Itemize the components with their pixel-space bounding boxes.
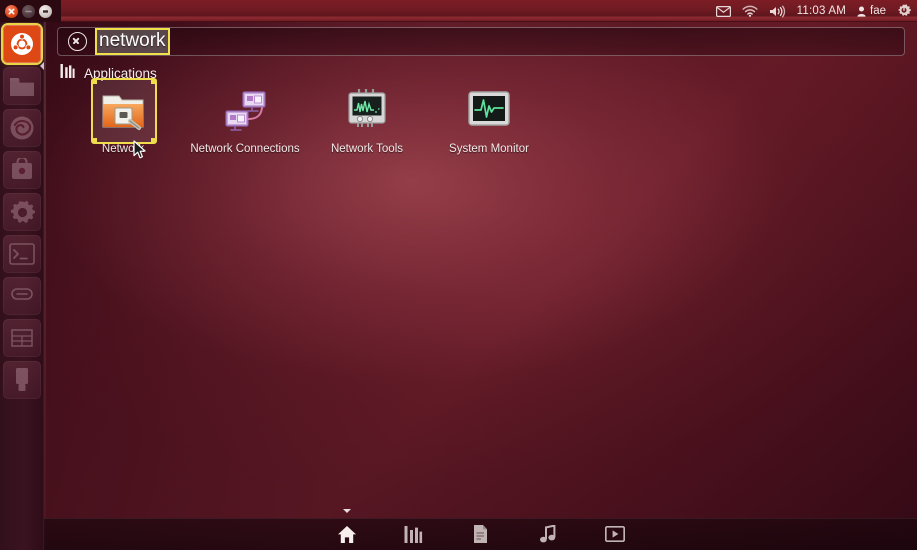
gear-icon: [10, 200, 35, 223]
launcher-item-files[interactable]: [3, 67, 41, 105]
usb-drive-icon: [16, 368, 28, 391]
network-tools-icon: [343, 86, 391, 134]
ubuntu-logo-icon: [11, 33, 33, 55]
music-note-icon: [539, 525, 555, 543]
software-bag-icon: [12, 158, 32, 179]
calculator-icon: [11, 329, 33, 347]
result-item-network[interactable]: Network: [62, 78, 184, 155]
ubuntu-unity-desktop: 11:03 AM fae network Applications Networ…: [0, 0, 917, 550]
close-button[interactable]: [5, 4, 18, 18]
user-menu[interactable]: fae: [857, 5, 886, 17]
results-grid: Network Network Connections Network Tool…: [62, 78, 907, 155]
dash-search-bar[interactable]: network: [57, 27, 905, 56]
search-input[interactable]: network: [95, 28, 170, 55]
clock[interactable]: 11:03 AM: [797, 5, 846, 17]
network-connections-icon: [221, 86, 269, 134]
envelope-icon[interactable]: [715, 5, 731, 17]
dash-lens-bar: [44, 509, 917, 550]
launcher-item-usb-device[interactable]: [3, 361, 41, 399]
notepad-icon: [11, 288, 33, 300]
power-gear-icon[interactable]: [897, 4, 911, 18]
result-label: Network Tools: [330, 143, 403, 155]
launcher-item-firefox[interactable]: [3, 109, 41, 147]
launcher-item-text-editor[interactable]: [3, 277, 41, 315]
result-item-network-tools[interactable]: Network Tools: [306, 86, 428, 155]
lens-files[interactable]: [468, 523, 494, 545]
top-panel: 11:03 AM fae: [0, 0, 917, 22]
lens-applications[interactable]: [401, 523, 427, 545]
file-icon: [474, 525, 487, 543]
wifi-icon[interactable]: [742, 5, 758, 17]
clear-circle-icon[interactable]: [68, 32, 87, 51]
applications-lens-icon: [60, 64, 75, 83]
launcher-item-settings[interactable]: [3, 193, 41, 231]
user-icon: [857, 6, 866, 17]
lens-video[interactable]: [602, 523, 628, 545]
window-controls: [0, 0, 61, 22]
unity-launcher: [0, 22, 44, 550]
launcher-item-calculator[interactable]: [3, 319, 41, 357]
lens-home[interactable]: [334, 509, 360, 545]
volume-icon[interactable]: [769, 5, 786, 18]
result-label: System Monitor: [449, 143, 529, 155]
launcher-item-bfb-dash-home[interactable]: [3, 25, 41, 63]
launcher-item-terminal[interactable]: [3, 235, 41, 273]
network-folder-icon: [91, 78, 157, 144]
maximize-button[interactable]: [39, 4, 52, 18]
user-name: fae: [870, 5, 886, 17]
indicator-area: 11:03 AM fae: [715, 0, 911, 22]
firefox-icon: [10, 116, 34, 140]
launcher-item-software-center[interactable]: [3, 151, 41, 189]
home-icon: [337, 525, 356, 543]
system-monitor-icon: [465, 86, 513, 134]
result-item-system-monitor[interactable]: System Monitor: [428, 86, 550, 155]
terminal-icon: [9, 243, 35, 265]
launcher-active-arrow: [40, 62, 44, 70]
video-icon: [604, 526, 625, 542]
dash-left-edge: [44, 22, 46, 550]
result-label: Network: [101, 143, 145, 155]
result-label: Network Connections: [190, 143, 300, 155]
minimize-button[interactable]: [22, 4, 35, 18]
lens-music[interactable]: [535, 523, 561, 545]
folder-icon: [10, 78, 34, 96]
result-item-network-connections[interactable]: Network Connections: [184, 86, 306, 155]
applications-icon: [404, 525, 423, 543]
